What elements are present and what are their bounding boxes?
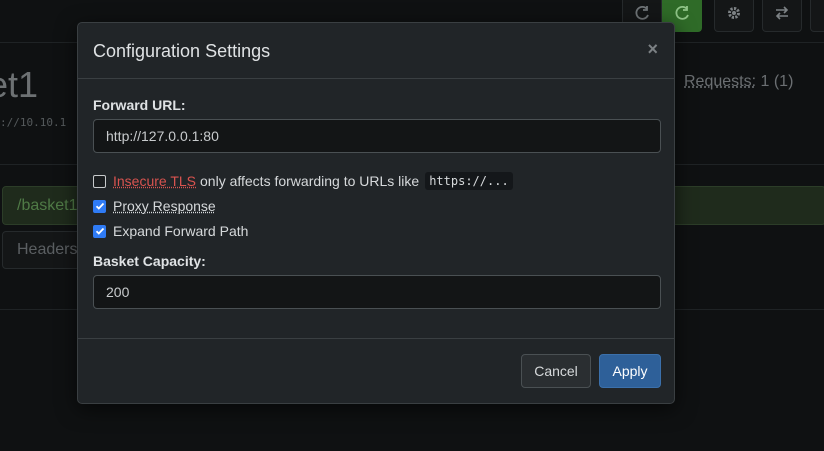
requests-label: Requests: [684, 73, 756, 90]
checkmark-icon [95, 226, 105, 236]
basket-url: ://10.10.1 [0, 116, 66, 129]
basket-capacity-input[interactable] [93, 275, 661, 309]
close-icon[interactable]: × [647, 40, 658, 58]
expand-forward-path-label: Expand Forward Path [113, 223, 248, 239]
forward-url-label: Forward URL: [93, 97, 186, 113]
cancel-button[interactable]: Cancel [521, 354, 591, 388]
settings-button[interactable] [714, 0, 754, 32]
forward-url-input[interactable] [93, 119, 661, 153]
modal-footer: Cancel Apply [78, 338, 674, 403]
requests-count: Requests: 1 (1) [684, 73, 793, 91]
modal-title: Configuration Settings [93, 41, 270, 62]
insecure-tls-row: Insecure TLS only affects forwarding to … [93, 172, 513, 190]
proxy-response-checkbox[interactable] [93, 200, 106, 213]
apply-button[interactable]: Apply [599, 354, 661, 388]
forward-button[interactable] [762, 0, 802, 32]
checkmark-icon [95, 201, 105, 211]
proxy-response-label: Proxy Response [113, 198, 216, 214]
modal-body: Forward URL: Insecure TLS only affects f… [78, 79, 674, 339]
request-path: /basket1 [17, 197, 77, 214]
configuration-modal: Configuration Settings × Forward URL: In… [77, 22, 675, 404]
insecure-tls-link[interactable]: Insecure TLS [113, 173, 196, 189]
insecure-tls-description: only affects forwarding to URLs like [200, 173, 419, 189]
tab-headers-label: Headers [17, 241, 77, 258]
requests-value: 1 (1) [761, 73, 794, 90]
toolbar-button-extra[interactable] [810, 0, 824, 32]
gear-icon [726, 5, 742, 26]
basket-capacity-label: Basket Capacity: [93, 253, 206, 269]
expand-forward-path-row: Expand Forward Path [93, 223, 248, 239]
reload-icon [674, 5, 690, 26]
expand-forward-path-checkbox[interactable] [93, 225, 106, 238]
transfer-icon [774, 5, 790, 26]
basket-title: ket1 [0, 64, 38, 106]
modal-header: Configuration Settings × [78, 23, 674, 79]
proxy-response-row: Proxy Response [93, 198, 216, 214]
insecure-tls-checkbox[interactable] [93, 175, 106, 188]
https-code-sample: https://... [425, 172, 512, 190]
